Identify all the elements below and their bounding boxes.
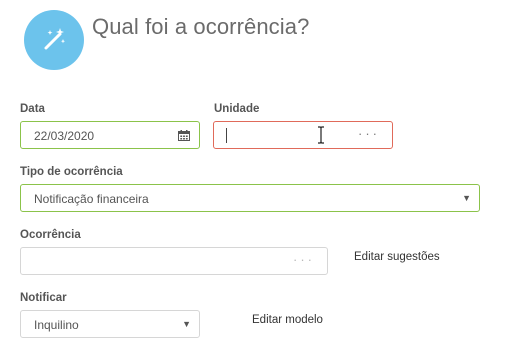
edit-template-link[interactable]: Editar modelo xyxy=(252,314,323,326)
chevron-down-icon: ▼ xyxy=(462,193,471,203)
text-cursor-icon xyxy=(318,126,324,144)
unit-input[interactable]: ··· xyxy=(213,121,393,149)
unit-label: Unidade xyxy=(214,103,260,115)
page-title: Qual foi a ocorrência? xyxy=(92,14,310,39)
edit-suggestions-link[interactable]: Editar sugestões xyxy=(354,251,440,263)
date-label: Data xyxy=(20,103,45,115)
calendar-icon[interactable] xyxy=(178,130,190,141)
date-field[interactable]: 22/03/2020 xyxy=(20,121,200,149)
occurrence-type-select[interactable]: Notificação financeira ▼ xyxy=(20,184,480,212)
date-value: 22/03/2020 xyxy=(34,129,95,143)
occurrence-type-value: Notificação financeira xyxy=(34,192,149,206)
text-caret xyxy=(226,128,227,143)
notify-value: Inquilino xyxy=(34,318,79,332)
occurrence-input[interactable]: ··· xyxy=(20,247,328,275)
notify-select[interactable]: Inquilino ▼ xyxy=(20,310,200,338)
magic-wand-icon xyxy=(24,10,84,70)
occurrence-type-label: Tipo de ocorrência xyxy=(20,166,123,178)
notify-label: Notificar xyxy=(20,292,67,304)
unit-more-button[interactable]: ··· xyxy=(358,126,380,141)
occurrence-more-button[interactable]: ··· xyxy=(293,252,315,267)
occurrence-label: Ocorrência xyxy=(20,229,81,241)
occurrence-form-page: Qual foi a ocorrência? Data 22/03/2020 U… xyxy=(0,0,520,347)
chevron-down-icon: ▼ xyxy=(182,319,191,329)
